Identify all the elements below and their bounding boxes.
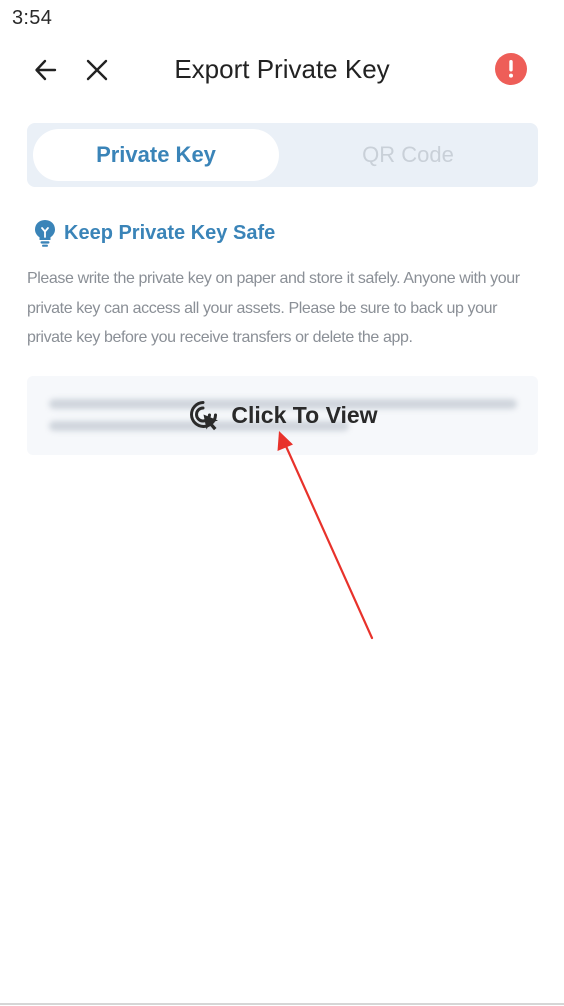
- exclamation-icon: [509, 60, 513, 78]
- click-to-view-label: Click To View: [231, 401, 378, 428]
- tip-description: Please write the private key on paper an…: [27, 270, 520, 346]
- tab-private-key[interactable]: Private Key: [33, 129, 279, 181]
- alert-button[interactable]: [495, 53, 527, 85]
- safety-tip: Keep Private Key Safe: [32, 218, 275, 248]
- private-key-reveal[interactable]: Click To View: [27, 376, 538, 455]
- close-icon: [86, 59, 108, 81]
- tab-bar: Private Key QR Code: [27, 123, 538, 187]
- bottom-divider: [0, 1003, 564, 1005]
- cursor-click-icon: [190, 401, 219, 431]
- header: Export Private Key: [0, 44, 564, 96]
- status-time: 3:54: [12, 7, 53, 29]
- close-button[interactable]: [80, 53, 114, 87]
- tab-qr-code[interactable]: QR Code: [285, 129, 531, 181]
- click-to-view: Click To View: [27, 398, 538, 432]
- tip-title: Keep Private Key Safe: [64, 221, 276, 244]
- arrow-left-icon: [35, 59, 57, 81]
- back-button[interactable]: [29, 53, 63, 87]
- lightbulb-icon: [35, 220, 55, 247]
